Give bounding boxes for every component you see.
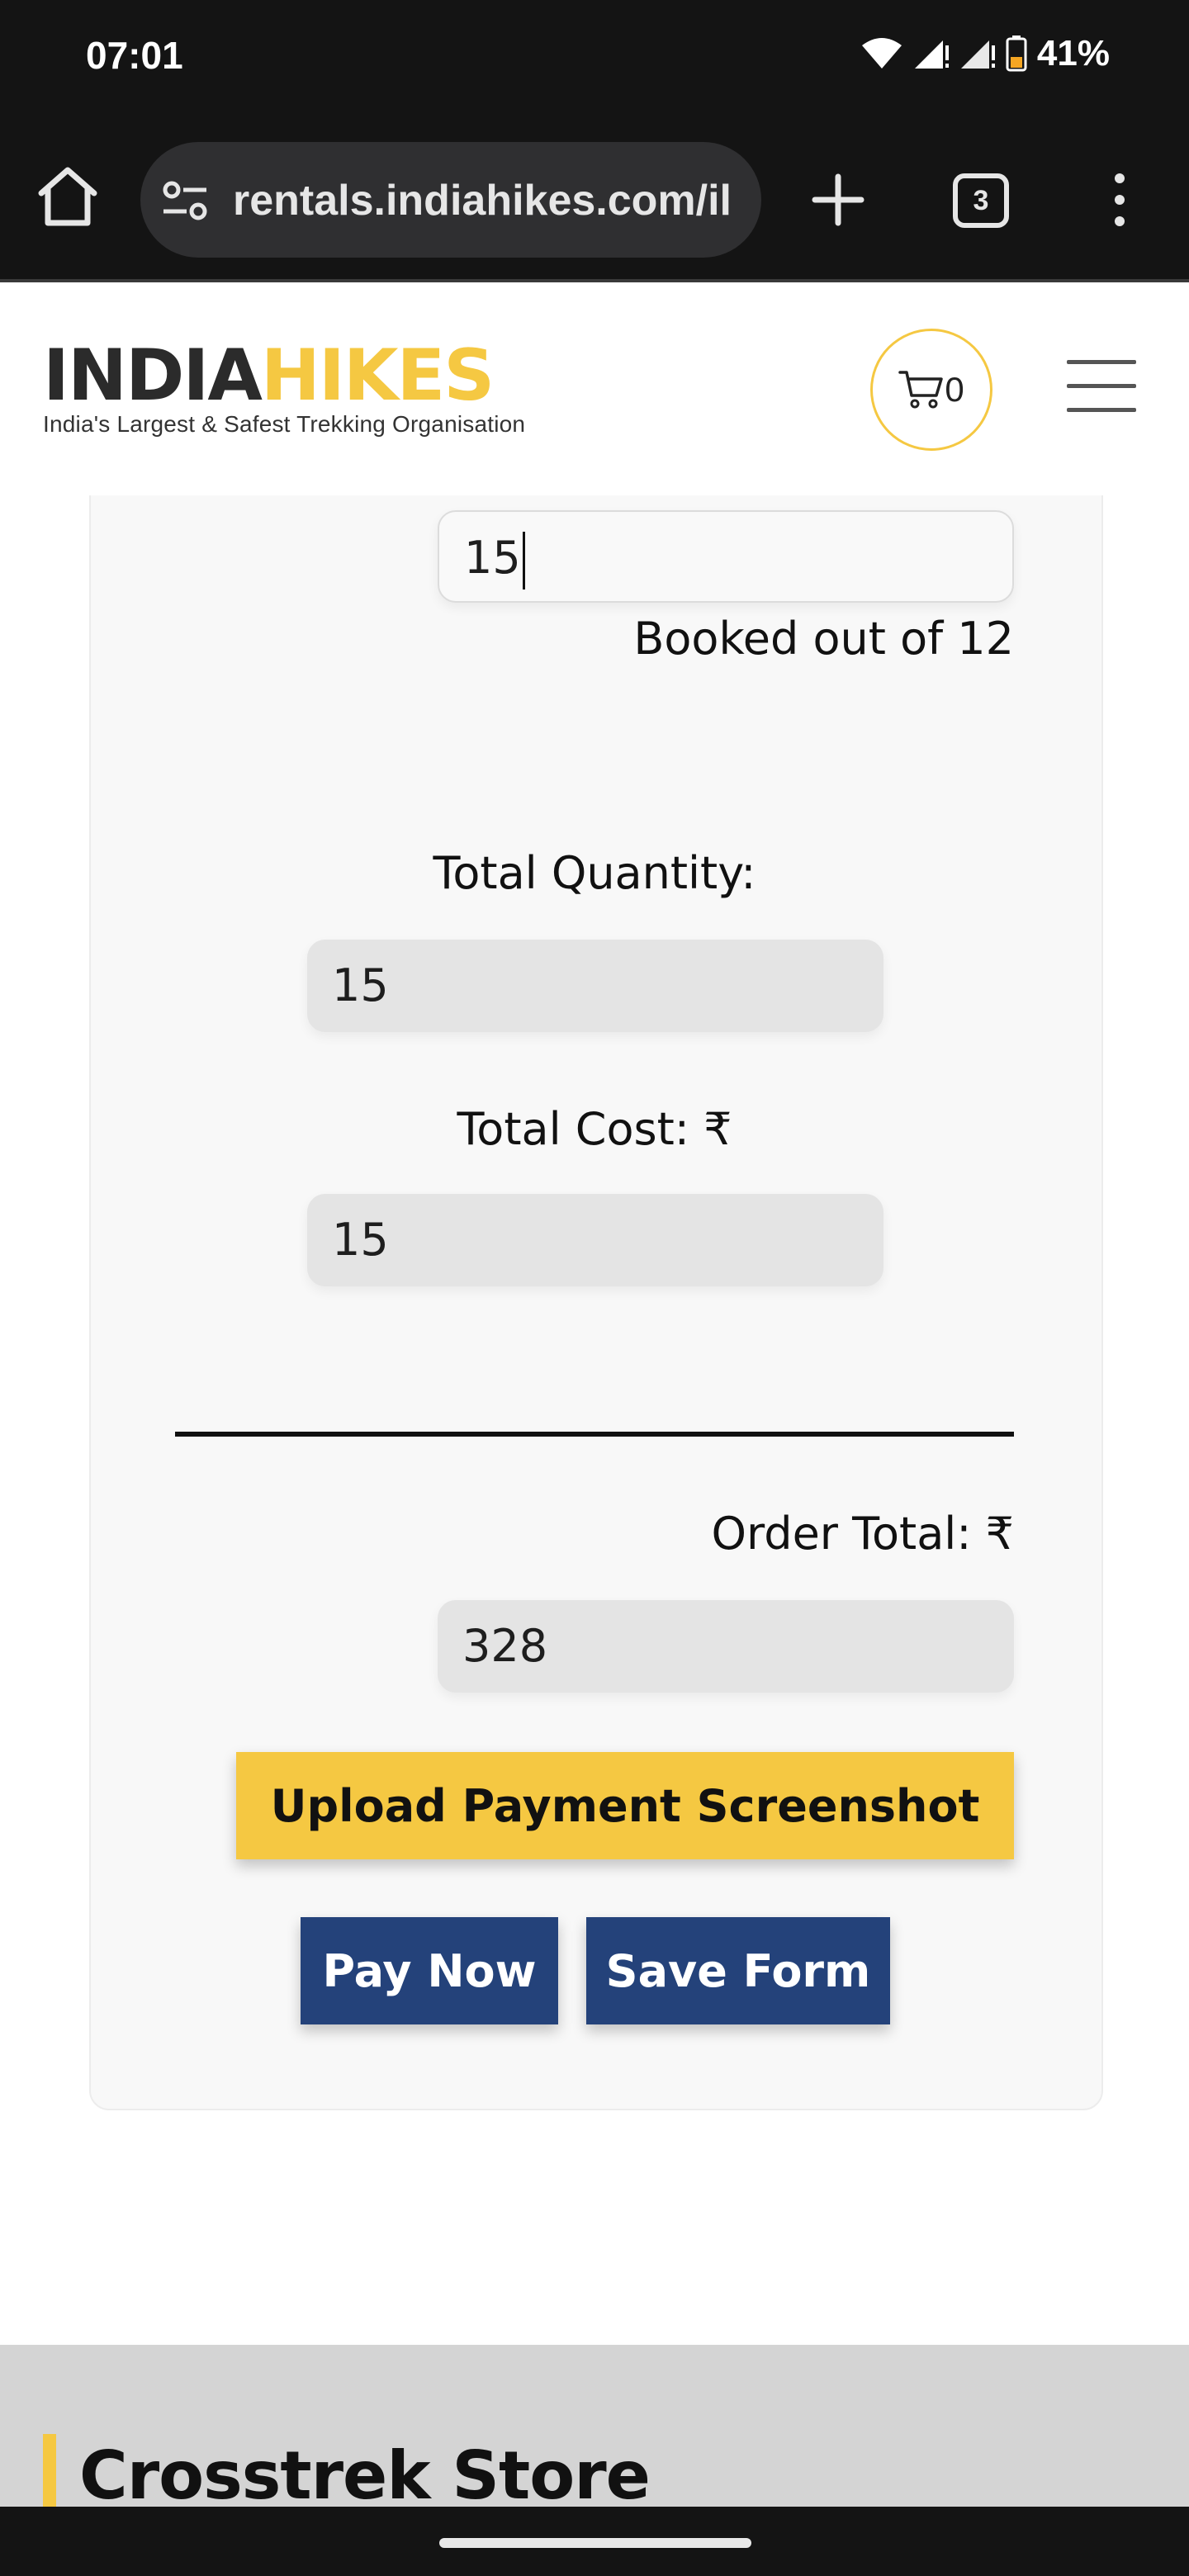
signal-icon (914, 40, 949, 69)
booked-out-text: Booked out of 12 (633, 613, 1014, 665)
total-quantity-field: 15 (307, 940, 883, 1032)
order-total-label: Order Total: ₹ (711, 1508, 1014, 1560)
battery-percent: 41% (1036, 33, 1110, 73)
indiahikes-logo[interactable]: INDIAHIKES India's Largest & Safest Trek… (43, 339, 525, 438)
logo-tagline: India's Largest & Safest Trekking Organi… (43, 411, 526, 437)
system-nav-bar (0, 2507, 1189, 2576)
logo-hikes-text: HIKES (260, 334, 495, 417)
url-text[interactable]: rentals.indiahikes.com/il (233, 172, 745, 230)
upload-payment-screenshot-button[interactable]: Upload Payment Screenshot (236, 1752, 1014, 1859)
status-icons: 41% (860, 33, 1110, 74)
browser-toolbar: rentals.indiahikes.com/il 3 (0, 124, 1189, 282)
order-total-field: 328 (438, 1600, 1014, 1693)
signal-icon-secondary (960, 40, 995, 69)
site-settings-icon[interactable] (162, 180, 208, 221)
total-cost-field: 15 (307, 1194, 883, 1286)
text-cursor (522, 532, 525, 590)
store-accent-bar (43, 2434, 56, 2510)
status-time: 07:01 (86, 34, 183, 77)
divider (175, 1432, 1014, 1437)
home-icon[interactable] (36, 163, 99, 230)
store-section: Crosstrek Store (0, 2345, 1189, 2514)
cart-count: 0 (945, 370, 964, 409)
tab-switcher-button[interactable]: 3 (953, 173, 1009, 228)
total-cost-label: Total Cost: ₹ (457, 1103, 732, 1155)
cart-icon (898, 371, 944, 409)
address-bar[interactable]: rentals.indiahikes.com/il (140, 142, 761, 258)
logo-india-text: INDIA (43, 334, 263, 417)
pay-now-button[interactable]: Pay Now (301, 1917, 558, 2024)
gesture-handle[interactable] (439, 2538, 751, 2548)
site-header: INDIAHIKES India's Largest & Safest Trek… (0, 286, 1189, 495)
total-quantity-label: Total Quantity: (433, 847, 756, 899)
battery-icon (1006, 36, 1027, 72)
overflow-menu-icon[interactable] (1103, 167, 1136, 233)
status-bar: 07:01 41% (0, 0, 1189, 124)
cart-button[interactable]: 0 (870, 329, 992, 451)
quantity-input[interactable]: 15 (438, 510, 1014, 603)
wifi-icon (861, 38, 902, 69)
hamburger-menu-icon[interactable] (1067, 360, 1136, 413)
save-form-button[interactable]: Save Form (586, 1917, 890, 2024)
quantity-value: 15 (464, 532, 521, 584)
new-tab-icon[interactable] (809, 167, 867, 233)
store-title: Crosstrek Store (79, 2437, 651, 2514)
